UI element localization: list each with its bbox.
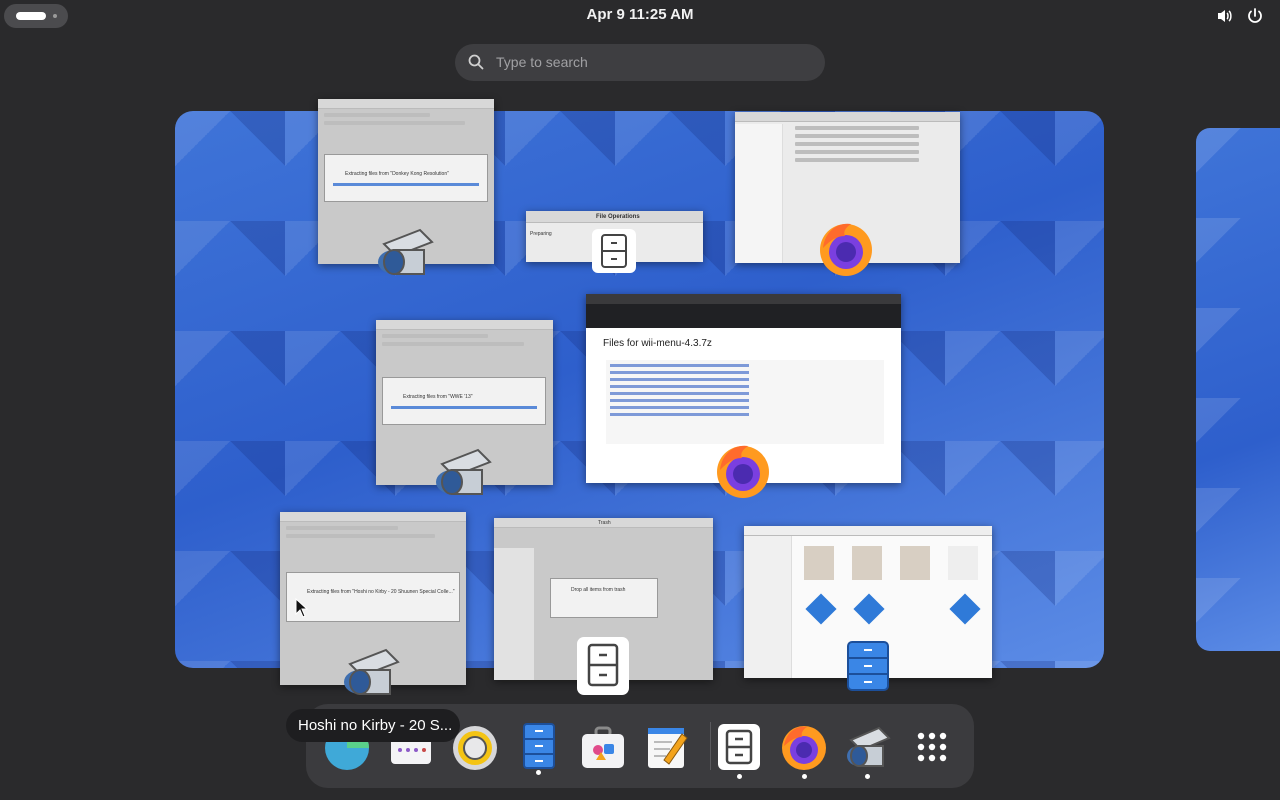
mouse-cursor-icon [295, 598, 309, 618]
workspace-indicator [53, 14, 57, 18]
extract-dialog: Extracting files from "Donkey Kong Resol… [324, 154, 488, 202]
activities-button[interactable] [4, 4, 68, 28]
window-tooltip: Hoshi no Kirby - 20 S... [286, 709, 460, 742]
file-roller-icon[interactable] [843, 722, 893, 772]
system-tray[interactable] [1216, 7, 1264, 25]
search-placeholder: Type to search [496, 54, 588, 70]
software-icon[interactable] [578, 722, 628, 772]
app-grid-icon[interactable] [907, 722, 957, 772]
trash-dialog: Drop all items from trash [550, 578, 658, 618]
dash-separator [710, 722, 711, 770]
running-indicator [802, 774, 807, 779]
file-roller-icon [436, 448, 492, 495]
file-cabinet-icon[interactable] [714, 722, 764, 772]
search-icon [468, 54, 484, 70]
text-editor-icon[interactable] [642, 722, 692, 772]
running-indicator [865, 774, 870, 779]
file-ops-status: Preparing [530, 231, 552, 237]
workspace-indicator-active [16, 12, 46, 20]
extract-dialog-title: Extracting files from "WWE '13" [403, 394, 473, 400]
extract-dialog-title: Extracting files from "Donkey Kong Resol… [345, 171, 449, 177]
firefox-icon[interactable] [779, 722, 829, 772]
running-indicator [536, 770, 541, 775]
firefox-icon [820, 223, 872, 276]
files-icon [847, 641, 889, 691]
search-entry[interactable]: Type to search [455, 44, 825, 81]
firefox-icon [717, 445, 769, 498]
file-ops-title: File Operations [596, 214, 640, 220]
extract-dialog: Extracting files from "Hoshi no Kirby - … [286, 572, 460, 622]
volume-icon [1218, 10, 1232, 22]
file-cabinet-icon [577, 637, 629, 695]
file-list [606, 360, 884, 444]
files-icon[interactable] [514, 722, 564, 772]
webpage-heading: Files for wii-menu-4.3.7z [603, 338, 712, 349]
file-roller-icon [344, 648, 400, 695]
workspace-next[interactable] [1196, 128, 1280, 651]
clock[interactable]: Apr 9 11:25 AM [540, 6, 740, 23]
running-indicator [737, 774, 742, 779]
extract-dialog: Extracting files from "WWE '13" [382, 377, 546, 425]
file-roller-icon [378, 228, 434, 275]
file-cabinet-icon [592, 229, 636, 273]
trash-title: Trash [598, 520, 611, 526]
power-icon [1248, 8, 1262, 23]
trash-empty-text: Drop all items from trash [571, 587, 626, 593]
extract-dialog-title: Extracting files from "Hoshi no Kirby - … [307, 589, 455, 595]
top-bar: Apr 9 11:25 AM [0, 0, 1280, 32]
